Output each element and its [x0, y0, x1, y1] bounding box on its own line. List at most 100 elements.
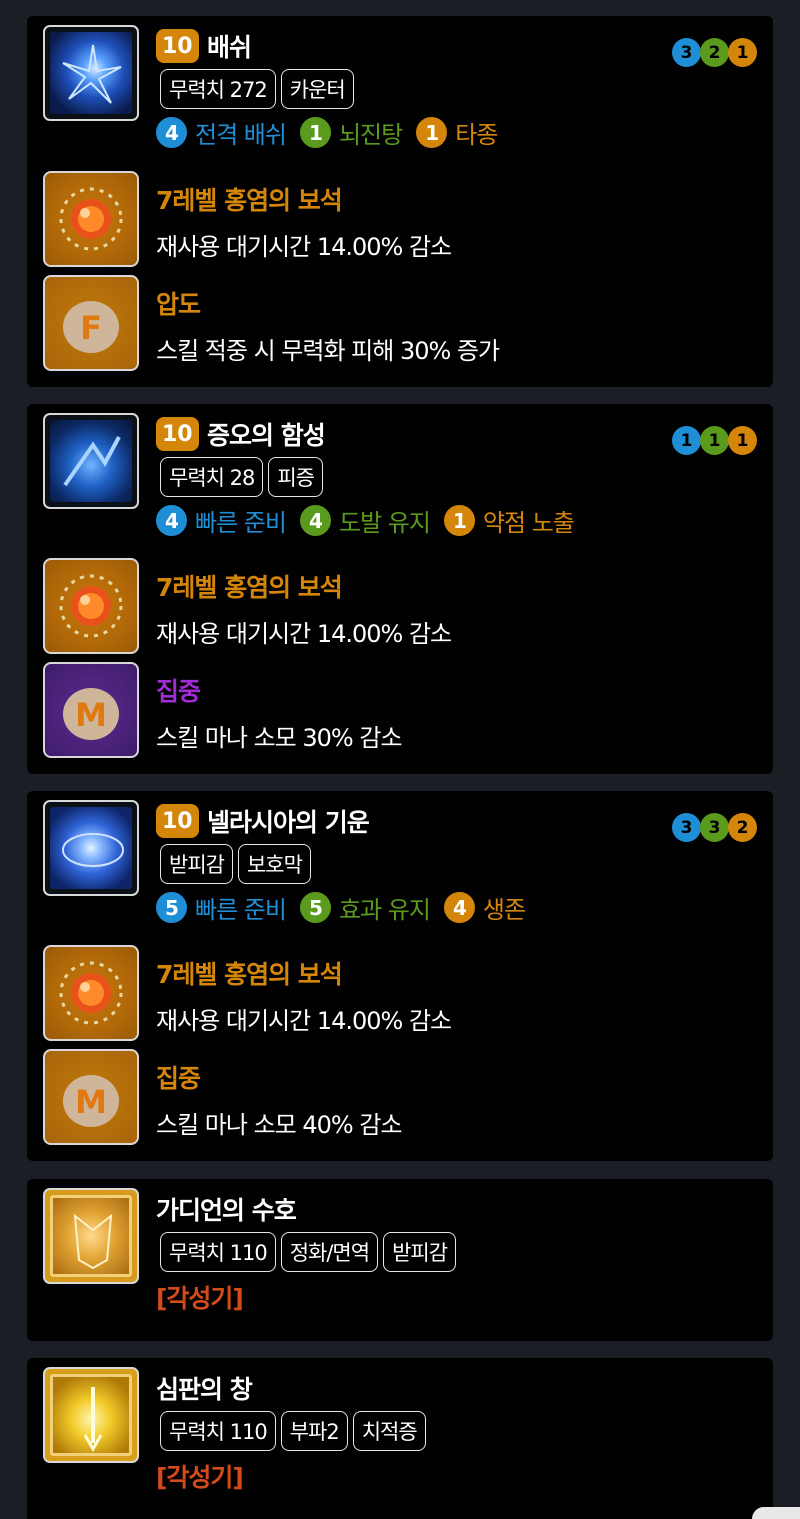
skill-tag: 무력치 110 — [160, 1411, 276, 1451]
tripod-label: 약점 노출 — [482, 509, 575, 537]
skill-name: 넬라시아의 기운 — [207, 808, 370, 837]
awakening-label: [각성기] — [156, 1463, 244, 1492]
gem-icon — [43, 171, 139, 267]
nellasia-skill-icon — [43, 800, 139, 896]
skill-tags: 무력치 272 카운터 — [160, 69, 354, 109]
svg-text:F: F — [80, 309, 102, 347]
tripod-dot-orange: 1 — [728, 38, 757, 67]
gem-title: 7레벨 홍염의 보석 — [156, 573, 343, 602]
guardian-skill-icon — [43, 1188, 139, 1284]
tripod-level-dots: 3 3 2 — [672, 813, 757, 842]
tripod-dot-blue: 3 — [672, 38, 701, 67]
skill-tag: 받피감 — [383, 1232, 457, 1272]
tripod-level: 1 — [443, 505, 475, 536]
skill-tag: 카운터 — [280, 69, 354, 109]
gem-icon — [43, 945, 139, 1041]
skill-card-nellasia[interactable]: 10 넬라시아의 기운 3 3 2 받피감 보호막 5 빠른 준비 5 효과 유… — [27, 791, 773, 1161]
rune-row: M 집중 스킬 마나 소모 40% 감소 — [43, 1049, 743, 1145]
skill-tag: 무력치 110 — [160, 1232, 276, 1272]
tripod-level: 1 — [416, 117, 448, 148]
gem-icon — [43, 558, 139, 654]
skill-tags: 무력치 28 피증 — [160, 457, 323, 497]
rune-desc: 스킬 적중 시 무력화 피해 30% 증가 — [156, 337, 500, 365]
tripod-dot-green: 3 — [700, 813, 729, 842]
tripod-level: 4 — [156, 117, 187, 148]
rune-row: F 압도 스킬 적중 시 무력화 피해 30% 증가 — [43, 275, 743, 371]
skill-tag: 정화/면역 — [280, 1232, 379, 1272]
skill-tag: 받피감 — [160, 844, 233, 884]
tripod-level: 1 — [299, 117, 331, 148]
skill-name: 심판의 창 — [156, 1375, 253, 1404]
tripod-item: 5 효과 유지 — [299, 890, 431, 925]
rune-title: 압도 — [156, 290, 201, 319]
skill-tags: 무력치 110 정화/면역 받피감 — [160, 1232, 457, 1272]
tripod-dot-orange: 1 — [728, 426, 757, 455]
tripod-level: 5 — [156, 892, 187, 923]
tripod-item: 1 뇌진탕 — [299, 115, 403, 150]
skill-card-guardian[interactable]: 가디언의 수호 무력치 110 정화/면역 받피감 [각성기] — [27, 1179, 773, 1341]
tripod-level-dots: 1 1 1 — [672, 426, 757, 455]
tripod-dot-orange: 2 — [728, 813, 757, 842]
tripod-level: 4 — [299, 505, 331, 536]
rune-desc: 스킬 마나 소모 40% 감소 — [156, 1111, 402, 1139]
bash-skill-icon — [43, 25, 139, 121]
rune-title: 집중 — [156, 677, 201, 706]
hateful-roar-skill-icon — [43, 413, 139, 509]
tripod-dot-blue: 1 — [672, 426, 701, 455]
tripod-label: 생존 — [482, 896, 526, 924]
scroll-handle[interactable] — [752, 1507, 800, 1519]
tripod-level: 5 — [299, 892, 331, 923]
tripod-label: 타종 — [455, 121, 498, 149]
tripod-item: 4 전격 배쉬 — [156, 115, 287, 150]
tripod-item: 1 타종 — [416, 115, 498, 150]
skill-tags: 무력치 110 부파2 치적증 — [160, 1411, 426, 1451]
skill-tag: 보호막 — [237, 844, 311, 884]
awakening-label: [각성기] — [156, 1284, 244, 1313]
gem-desc: 재사용 대기시간 14.00% 감소 — [156, 1007, 452, 1035]
tripod-item: 5 빠른 준비 — [156, 890, 287, 925]
tripod-item: 4 빠른 준비 — [156, 503, 287, 538]
rune-icon: M — [43, 662, 139, 758]
tripod-level-dots: 3 2 1 — [672, 38, 757, 67]
skill-tag: 무력치 28 — [160, 457, 264, 497]
tripod-list: 4 전격 배쉬 1 뇌진탕 1 타종 — [156, 115, 498, 150]
tripod-label: 뇌진탕 — [338, 121, 403, 149]
rune-row: M 집중 스킬 마나 소모 30% 감소 — [43, 662, 743, 758]
gem-row: 7레벨 홍염의 보석 재사용 대기시간 14.00% 감소 — [43, 171, 743, 267]
skill-card-judgment-spear[interactable]: 심판의 창 무력치 110 부파2 치적증 [각성기] — [27, 1358, 773, 1519]
rune-icon: M — [43, 1049, 139, 1145]
tripod-item: 1 약점 노출 — [443, 503, 575, 538]
tripod-dot-blue: 3 — [672, 813, 701, 842]
tripod-list: 4 빠른 준비 4 도발 유지 1 약점 노출 — [156, 503, 575, 538]
tripod-level: 4 — [156, 505, 187, 536]
tripod-level: 4 — [443, 892, 475, 923]
tripod-list: 5 빠른 준비 5 효과 유지 4 생존 — [156, 890, 526, 925]
gem-title: 7레벨 홍염의 보석 — [156, 186, 343, 215]
svg-text:M: M — [75, 696, 107, 734]
judgment-spear-skill-icon — [43, 1367, 139, 1463]
skill-tag: 치적증 — [352, 1411, 426, 1451]
tripod-dot-green: 2 — [700, 38, 729, 67]
skill-card-bash[interactable]: 10 배쉬 3 2 1 무력치 272 카운터 4 전격 배쉬 1 뇌진탕 1 … — [27, 16, 773, 387]
tripod-dot-green: 1 — [700, 426, 729, 455]
gem-title: 7레벨 홍염의 보석 — [156, 960, 343, 989]
skill-level-badge: 10 — [156, 29, 199, 63]
gem-row: 7레벨 홍염의 보석 재사용 대기시간 14.00% 감소 — [43, 945, 743, 1041]
gem-desc: 재사용 대기시간 14.00% 감소 — [156, 233, 452, 261]
rune-desc: 스킬 마나 소모 30% 감소 — [156, 724, 402, 752]
rune-icon: F — [43, 275, 139, 371]
svg-text:M: M — [75, 1083, 107, 1121]
tripod-label: 빠른 준비 — [195, 509, 287, 537]
skill-tags: 받피감 보호막 — [160, 844, 311, 884]
tripod-item: 4 생존 — [443, 890, 526, 925]
skill-name: 증오의 함성 — [207, 421, 326, 450]
skill-tag: 부파2 — [280, 1411, 348, 1451]
tripod-label: 효과 유지 — [338, 896, 431, 924]
skill-tag: 피증 — [268, 457, 323, 497]
tripod-item: 4 도발 유지 — [299, 503, 431, 538]
rune-title: 집중 — [156, 1064, 201, 1093]
skill-name: 가디언의 수호 — [156, 1196, 297, 1225]
skill-card-hateful-roar[interactable]: 10 증오의 함성 1 1 1 무력치 28 피증 4 빠른 준비 4 도발 유… — [27, 404, 773, 774]
skill-name: 배쉬 — [207, 33, 252, 62]
tripod-label: 전격 배쉬 — [195, 121, 287, 149]
